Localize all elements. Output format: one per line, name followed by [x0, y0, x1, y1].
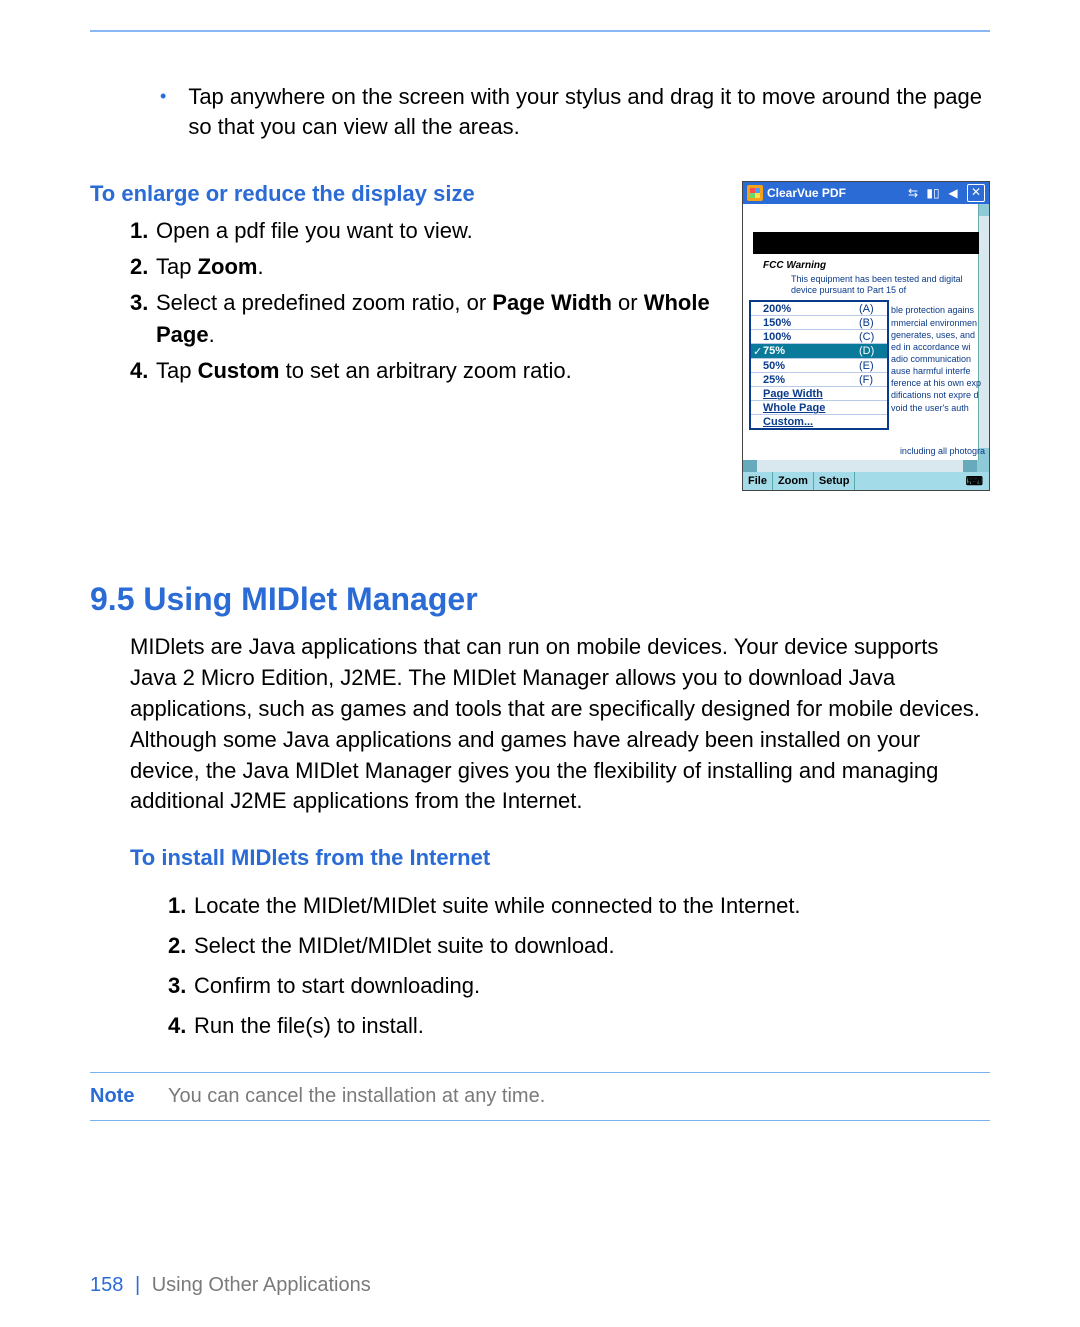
device-bottom-bar: File Zoom Setup ⌨ — [743, 472, 989, 490]
two-column-layout: To enlarge or reduce the display size 1.… — [90, 181, 990, 491]
item-number: 4. — [130, 355, 156, 387]
display-size-heading: To enlarge or reduce the display size — [90, 181, 718, 207]
menu-setup[interactable]: Setup — [814, 472, 856, 490]
windows-flag-icon — [747, 185, 763, 201]
check-icon: ✓ — [753, 345, 763, 358]
page-footer: 158 | Using Other Applications — [90, 1274, 371, 1297]
list-item: 2.Select the MIDlet/MIDlet suite to down… — [168, 929, 990, 963]
item-number: 1. — [130, 215, 156, 247]
note-box: Note You can cancel the installation at … — [90, 1072, 990, 1121]
list-item: 4. Tap Custom to set an arbitrary zoom r… — [130, 355, 718, 387]
item-number: 3. — [130, 287, 156, 351]
install-list: 1.Locate the MIDlet/MIDlet suite while c… — [168, 889, 990, 1043]
device-screenshot: ClearVue PDF ⇆ ▮▯ ◀ ✕ FCC Warning This e… — [742, 181, 990, 491]
note-label: Note — [90, 1085, 168, 1108]
redacted-bar — [753, 232, 979, 254]
display-size-list: 1. Open a pdf file you want to view. 2. … — [130, 215, 718, 386]
section-paragraph: MIDlets are Java applications that can r… — [130, 632, 990, 817]
item-text: Select a predefined zoom ratio, or Page … — [156, 287, 718, 351]
zoom-option[interactable]: 100%(C) — [751, 330, 887, 344]
sync-icon: ⇆ — [906, 186, 920, 200]
close-icon[interactable]: ✕ — [967, 184, 985, 202]
zoom-option-whole-page[interactable]: Whole Page — [751, 401, 887, 415]
intro-text: Tap anywhere on the screen with your sty… — [188, 82, 990, 141]
app-title: ClearVue PDF — [767, 186, 903, 200]
left-column: To enlarge or reduce the display size 1.… — [90, 181, 718, 390]
zoom-option-custom[interactable]: Custom... — [751, 415, 887, 428]
item-text: Tap Zoom. — [156, 251, 718, 283]
intro-bullet: • Tap anywhere on the screen with your s… — [160, 82, 990, 141]
item-text: Tap Custom to set an arbitrary zoom rati… — [156, 355, 718, 387]
zoom-option[interactable]: 50%(E) — [751, 359, 887, 373]
scroll-right-icon[interactable] — [963, 460, 977, 472]
zoom-menu: 200%(A) 150%(B) 100%(C) ✓75%(D) 50%(E) 2… — [749, 300, 889, 430]
scrollbar-horizontal[interactable] — [743, 460, 989, 472]
doc-text-bottom: including all photogra — [900, 446, 985, 456]
scroll-left-icon[interactable] — [743, 460, 757, 472]
footer-title: Using Other Applications — [152, 1274, 371, 1296]
section-title: 9.5 Using MIDlet Manager — [90, 581, 990, 618]
footer-separator: | — [129, 1274, 146, 1296]
list-item: 2. Tap Zoom. — [130, 251, 718, 283]
bullet-dot-icon: • — [160, 82, 188, 141]
zoom-option[interactable]: 150%(B) — [751, 316, 887, 330]
scroll-up-icon[interactable] — [979, 204, 989, 216]
item-number: 2. — [130, 251, 156, 283]
list-item: 3.Confirm to start downloading. — [168, 969, 990, 1003]
keyboard-icon[interactable]: ⌨ — [961, 472, 989, 490]
menu-zoom[interactable]: Zoom — [773, 472, 814, 490]
install-heading: To install MIDlets from the Internet — [130, 845, 990, 871]
page-number: 158 — [90, 1274, 123, 1296]
speaker-icon: ◀ — [946, 186, 960, 200]
list-item: 3. Select a predefined zoom ratio, or Pa… — [130, 287, 718, 351]
doc-text-side: ble protection agains mmercial environme… — [891, 304, 985, 413]
top-rule — [90, 30, 990, 32]
item-text: Open a pdf file you want to view. — [156, 215, 718, 247]
document-page: • Tap anywhere on the screen with your s… — [0, 0, 1080, 1327]
zoom-option-page-width[interactable]: Page Width — [751, 387, 887, 401]
list-item: 1.Locate the MIDlet/MIDlet suite while c… — [168, 889, 990, 923]
zoom-option[interactable]: 200%(A) — [751, 302, 887, 316]
list-item: 1. Open a pdf file you want to view. — [130, 215, 718, 247]
zoom-option[interactable]: 25%(F) — [751, 373, 887, 387]
doc-text-top: This equipment has been tested and digit… — [791, 274, 985, 296]
fcc-warning-label: FCC Warning — [763, 260, 826, 271]
note-text: You can cancel the installation at any t… — [168, 1085, 545, 1108]
device-body: FCC Warning This equipment has been test… — [743, 204, 989, 460]
device-title-bar: ClearVue PDF ⇆ ▮▯ ◀ ✕ — [743, 182, 989, 204]
menu-file[interactable]: File — [743, 472, 773, 490]
signal-icon: ▮▯ — [926, 186, 940, 200]
list-item: 4.Run the file(s) to install. — [168, 1009, 990, 1043]
zoom-option-selected[interactable]: ✓75%(D) — [751, 344, 887, 359]
